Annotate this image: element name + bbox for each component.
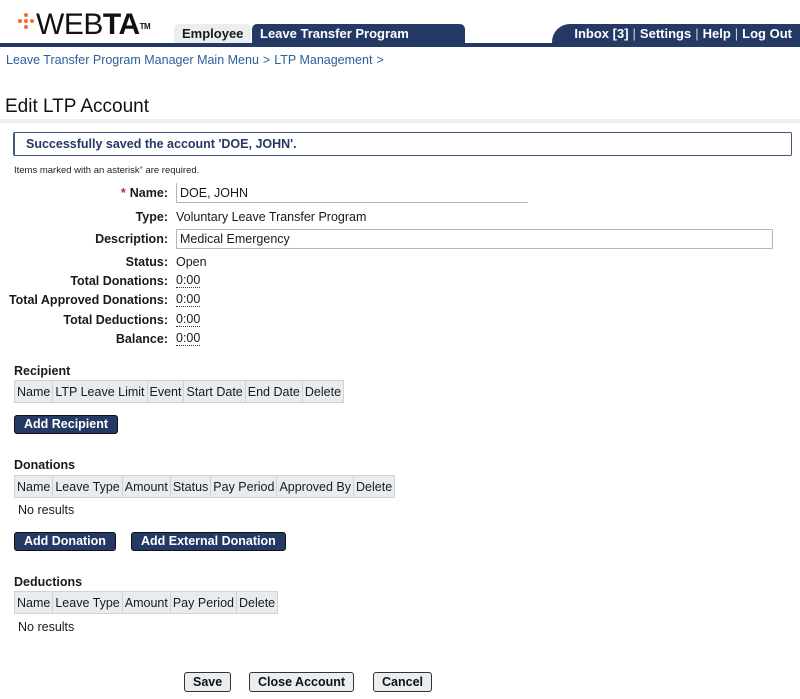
name-row: * Name: xyxy=(0,183,528,203)
deductions-section-title: Deductions xyxy=(14,575,83,589)
breadcrumb-main-menu[interactable]: Leave Transfer Program Manager Main Menu xyxy=(6,53,259,67)
total-deductions-value: 0:00 xyxy=(176,312,201,327)
separator: | xyxy=(695,26,699,41)
recipient-section-title: Recipient xyxy=(14,364,71,378)
breadcrumb-separator: > xyxy=(376,53,384,67)
add-donation-button[interactable]: Add Donation xyxy=(14,532,116,551)
balance-value: 0:00 xyxy=(176,331,201,346)
description-label: Description: xyxy=(95,232,168,246)
column-header: Delete xyxy=(235,591,279,614)
column-header: Pay Period xyxy=(169,591,238,614)
column-header: Name xyxy=(13,591,54,614)
title-divider xyxy=(0,119,800,123)
logo-wordmark: WEBTATM xyxy=(36,8,151,41)
column-header: Amount xyxy=(121,475,171,498)
separator: | xyxy=(632,26,636,41)
table-header-row: Name Leave Type Amount Status Pay Period… xyxy=(13,475,396,498)
close-account-button[interactable]: Close Account xyxy=(249,672,355,692)
type-row: Type: Voluntary Leave Transfer Program xyxy=(0,207,367,227)
webta-logo: WEBTATM xyxy=(18,8,151,42)
status-row: Status: Open xyxy=(0,252,207,272)
total-deductions-row: Total Deductions: 0:00 xyxy=(0,310,201,330)
column-header: Start Date xyxy=(183,380,246,403)
inbox-link[interactable]: Inbox [3] xyxy=(574,26,628,41)
cancel-button[interactable]: Cancel xyxy=(373,672,432,692)
tab-employee[interactable]: Employee xyxy=(174,24,252,44)
tab-leave-transfer-program-manager[interactable]: Leave Transfer Program Manager xyxy=(252,24,465,61)
status-value: Open xyxy=(176,255,207,269)
name-input[interactable] xyxy=(176,183,528,203)
total-donations-row: Total Donations: 0:00 xyxy=(0,271,201,291)
add-external-donation-button[interactable]: Add External Donation xyxy=(131,532,286,551)
column-header: End Date xyxy=(244,380,303,403)
required-fields-note: Items marked with an asterisk* are requi… xyxy=(14,165,200,176)
success-message: Successfully saved the account 'DOE, JOH… xyxy=(13,132,792,156)
total-approved-donations-value: 0:00 xyxy=(176,292,201,307)
table-header-row: Name LTP Leave Limit Event Start Date En… xyxy=(13,380,345,403)
column-header: Leave Type xyxy=(52,475,123,498)
column-header: Leave Type xyxy=(52,591,123,614)
page-title: Edit LTP Account xyxy=(5,96,149,117)
column-header: Delete xyxy=(301,380,345,403)
required-asterisk: * xyxy=(120,186,126,200)
type-label: Type: xyxy=(135,210,168,224)
type-value: Voluntary Leave Transfer Program xyxy=(176,210,367,224)
deductions-table: Name Leave Type Amount Pay Period Delete xyxy=(13,591,279,614)
breadcrumb-separator: > xyxy=(262,53,271,67)
column-header: Pay Period xyxy=(210,475,278,498)
column-header: Delete xyxy=(353,475,396,498)
utility-nav: Inbox [3] | Settings | Help | Log Out xyxy=(552,24,800,44)
nav-divider xyxy=(0,43,800,47)
column-header: Name xyxy=(13,475,54,498)
breadcrumb: Leave Transfer Program Manager Main Menu… xyxy=(6,53,388,67)
donations-table: Name Leave Type Amount Status Pay Period… xyxy=(13,475,396,498)
deductions-empty-text: No results xyxy=(18,620,75,634)
add-recipient-button[interactable]: Add Recipient xyxy=(14,415,119,434)
description-row: Description: xyxy=(0,229,773,249)
column-header: Status xyxy=(169,475,212,498)
description-input[interactable] xyxy=(176,229,773,249)
table-header-row: Name Leave Type Amount Pay Period Delete xyxy=(13,591,279,614)
column-header: Amount xyxy=(121,591,171,614)
balance-label: Balance: xyxy=(115,332,168,346)
balance-row: Balance: 0:00 xyxy=(0,329,201,349)
total-deductions-label: Total Deductions: xyxy=(63,313,168,327)
status-label: Status: xyxy=(125,255,168,269)
save-button[interactable]: Save xyxy=(184,672,232,692)
column-header: Approved By xyxy=(276,475,355,498)
recipient-table: Name LTP Leave Limit Event Start Date En… xyxy=(13,380,345,403)
name-label: Name: xyxy=(129,186,168,200)
breadcrumb-ltp-management[interactable]: LTP Management xyxy=(274,53,372,67)
donations-empty-text: No results xyxy=(18,503,75,517)
total-donations-value: 0:00 xyxy=(176,273,201,288)
separator: | xyxy=(734,26,739,41)
column-header: Event xyxy=(146,380,185,403)
app-header: WEBTATM Employee Leave Transfer Program … xyxy=(0,0,800,61)
total-approved-donations-label: Total Approved Donations: xyxy=(8,293,168,307)
donations-section-title: Donations xyxy=(14,458,76,472)
total-approved-donations-row: Total Approved Donations: 0:00 xyxy=(0,290,201,310)
column-header: LTP Leave Limit xyxy=(52,380,148,403)
total-donations-label: Total Donations: xyxy=(70,274,168,288)
logo-dots-icon xyxy=(18,13,34,29)
settings-link[interactable]: Settings xyxy=(640,26,691,41)
help-link[interactable]: Help xyxy=(703,26,731,41)
log-out-link[interactable]: Log Out xyxy=(742,26,792,41)
column-header: Name xyxy=(13,380,54,403)
